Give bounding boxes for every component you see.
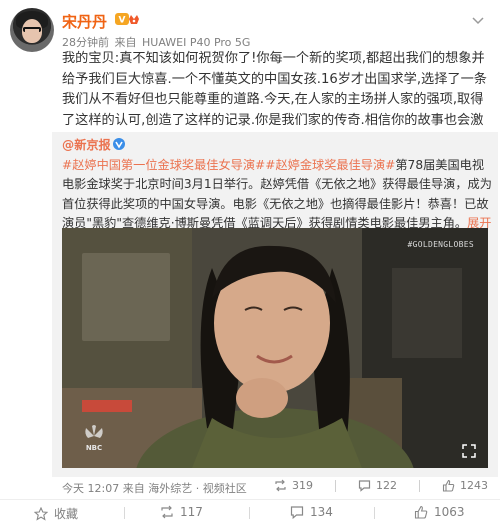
star-icon <box>34 506 48 521</box>
repost-icon <box>161 505 173 519</box>
avatar[interactable] <box>10 8 54 52</box>
repost-comment-count[interactable]: 122 <box>358 479 397 492</box>
divider <box>419 479 420 492</box>
divider <box>124 507 125 519</box>
thumbs-up-icon <box>414 505 428 519</box>
vip-badge-icon[interactable]: V <box>115 12 141 26</box>
repost-author-link[interactable]: @新京报 <box>62 138 111 152</box>
svg-text:V: V <box>119 16 126 26</box>
chevron-down-icon[interactable] <box>468 14 488 28</box>
verified-badge-icon <box>112 138 125 150</box>
repost-like-count[interactable]: 1243 <box>442 479 488 492</box>
repost-icon <box>275 479 286 492</box>
repost-footer: 今天 12:07 来自 海外综艺 · 视频社区 319 122 1243 <box>62 478 492 498</box>
action-bar: 收藏 117 134 1063 <box>0 499 500 525</box>
post-time[interactable]: 28分钟前 <box>62 36 109 49</box>
comment-button[interactable]: 134 <box>290 505 333 519</box>
source-device[interactable]: HUAWEI P40 Pro 5G <box>142 36 250 49</box>
repost-card[interactable]: @新京报 #赵婷中国第一位金球奖最佳女导演##赵婷金球奖最佳导演#第78届美国电… <box>52 132 498 477</box>
divider <box>335 479 336 492</box>
topic-link-2[interactable]: #赵婷金球奖最佳导演# <box>265 158 395 172</box>
topic-link-1[interactable]: #赵婷中国第一位金球奖最佳女导演# <box>62 158 265 172</box>
comment-icon <box>358 480 371 492</box>
comment-icon <box>290 506 304 519</box>
fullscreen-icon[interactable] <box>462 444 476 458</box>
thumbs-up-icon <box>442 479 455 492</box>
divider <box>249 507 250 519</box>
favorite-button[interactable]: 收藏 <box>34 505 78 522</box>
divider <box>374 507 375 519</box>
username[interactable]: 宋丹丹 <box>62 11 107 32</box>
post-meta: 28分钟前 来自 HUAWEI P40 Pro 5G <box>62 34 252 50</box>
nbc-logo-icon: NBC <box>85 425 103 452</box>
nbc-label: NBC <box>86 444 102 452</box>
repost-source[interactable]: 来自 海外综艺 · 视频社区 <box>123 482 247 495</box>
source-prefix: 来自 <box>114 36 137 49</box>
repost-time[interactable]: 今天 12:07 <box>62 482 119 495</box>
repost-repost-count[interactable]: 319 <box>274 479 313 492</box>
repost-meta: 今天 12:07 来自 海外综艺 · 视频社区 <box>62 480 247 496</box>
post-header: 宋丹丹 V 28分钟前 来自 HUAWEI P40 Pro 5G <box>10 8 490 52</box>
video-watermark: #GOLDENGLOBES <box>407 240 474 249</box>
video-frame <box>62 228 488 468</box>
like-button[interactable]: 1063 <box>414 505 465 519</box>
repost-button[interactable]: 117 <box>160 505 203 519</box>
repost-stats: 319 122 1243 <box>274 479 488 492</box>
video-player[interactable]: #GOLDENGLOBES NBC <box>62 228 488 468</box>
